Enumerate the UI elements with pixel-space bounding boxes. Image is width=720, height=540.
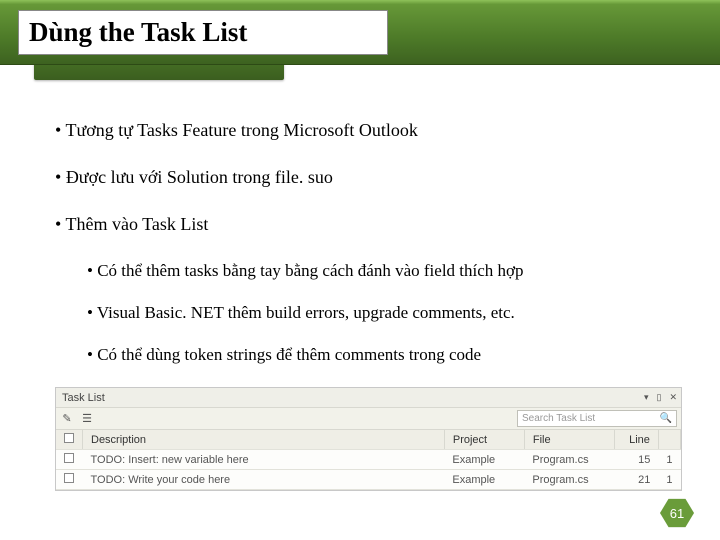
search-input[interactable]: Search Task List 🔍 (517, 410, 677, 427)
header-accent (0, 0, 720, 4)
row-checkbox[interactable] (56, 450, 83, 470)
row-description: TODO: Write your code here (83, 470, 445, 490)
header-line[interactable]: Line (614, 430, 658, 450)
sub-bullet-item: Có thể dùng token strings để thêm commen… (87, 345, 720, 365)
search-placeholder: Search Task List (522, 413, 595, 424)
table-row[interactable]: TODO: Write your code here Example Progr… (56, 470, 681, 490)
header-extra (658, 430, 680, 450)
row-extra: 1 (658, 450, 680, 470)
page-number-badge: 61 (660, 498, 694, 528)
sub-bullet-item: Có thể thêm tasks bằng tay bằng cách đán… (87, 261, 720, 281)
close-icon[interactable]: ✕ (667, 392, 679, 403)
panel-title-text: Task List (62, 392, 105, 404)
row-description: TODO: Insert: new variable here (83, 450, 445, 470)
panel-titlebar: Task List ▾ ▯ ✕ (56, 388, 681, 408)
pin-icon[interactable]: ▯ (655, 392, 664, 403)
panel-title-controls: ▾ ▯ ✕ (642, 392, 679, 403)
table-row[interactable]: TODO: Insert: new variable here Example … (56, 450, 681, 470)
bullet-item: Thêm vào Task List (55, 214, 720, 235)
new-task-icon[interactable]: ✎ (60, 412, 74, 426)
panel-toolbar: ✎ ☰ Search Task List 🔍 (56, 408, 681, 430)
row-project: Example (444, 450, 524, 470)
row-line: 21 (614, 470, 658, 490)
header-checkbox[interactable] (56, 430, 83, 450)
bullet-item: Được lưu với Solution trong file. suo (55, 167, 720, 188)
toolbar-left: ✎ ☰ (60, 412, 94, 426)
row-checkbox[interactable] (56, 470, 83, 490)
row-extra: 1 (658, 470, 680, 490)
sub-bullet-item: Visual Basic. NET thêm build errors, upg… (87, 303, 720, 323)
dropdown-icon[interactable]: ▾ (642, 392, 651, 403)
header-project[interactable]: Project (444, 430, 524, 450)
row-line: 15 (614, 450, 658, 470)
search-icon: 🔍 (660, 413, 672, 424)
row-file: Program.cs (524, 470, 614, 490)
filter-icon[interactable]: ☰ (80, 412, 94, 426)
row-file: Program.cs (524, 450, 614, 470)
task-list-panel: Task List ▾ ▯ ✕ ✎ ☰ Search Task List 🔍 D… (55, 387, 682, 491)
row-project: Example (444, 470, 524, 490)
bullet-item: Tương tự Tasks Feature trong Microsoft O… (55, 120, 720, 141)
slide-header: Dùng the Task List (0, 0, 720, 65)
header-file[interactable]: File (524, 430, 614, 450)
content-area: Tương tự Tasks Feature trong Microsoft O… (0, 65, 720, 365)
task-table: Description Project File Line TODO: Inse… (56, 430, 681, 490)
slide-title: Dùng the Task List (18, 10, 388, 55)
table-header-row: Description Project File Line (56, 430, 681, 450)
header-description[interactable]: Description (83, 430, 445, 450)
